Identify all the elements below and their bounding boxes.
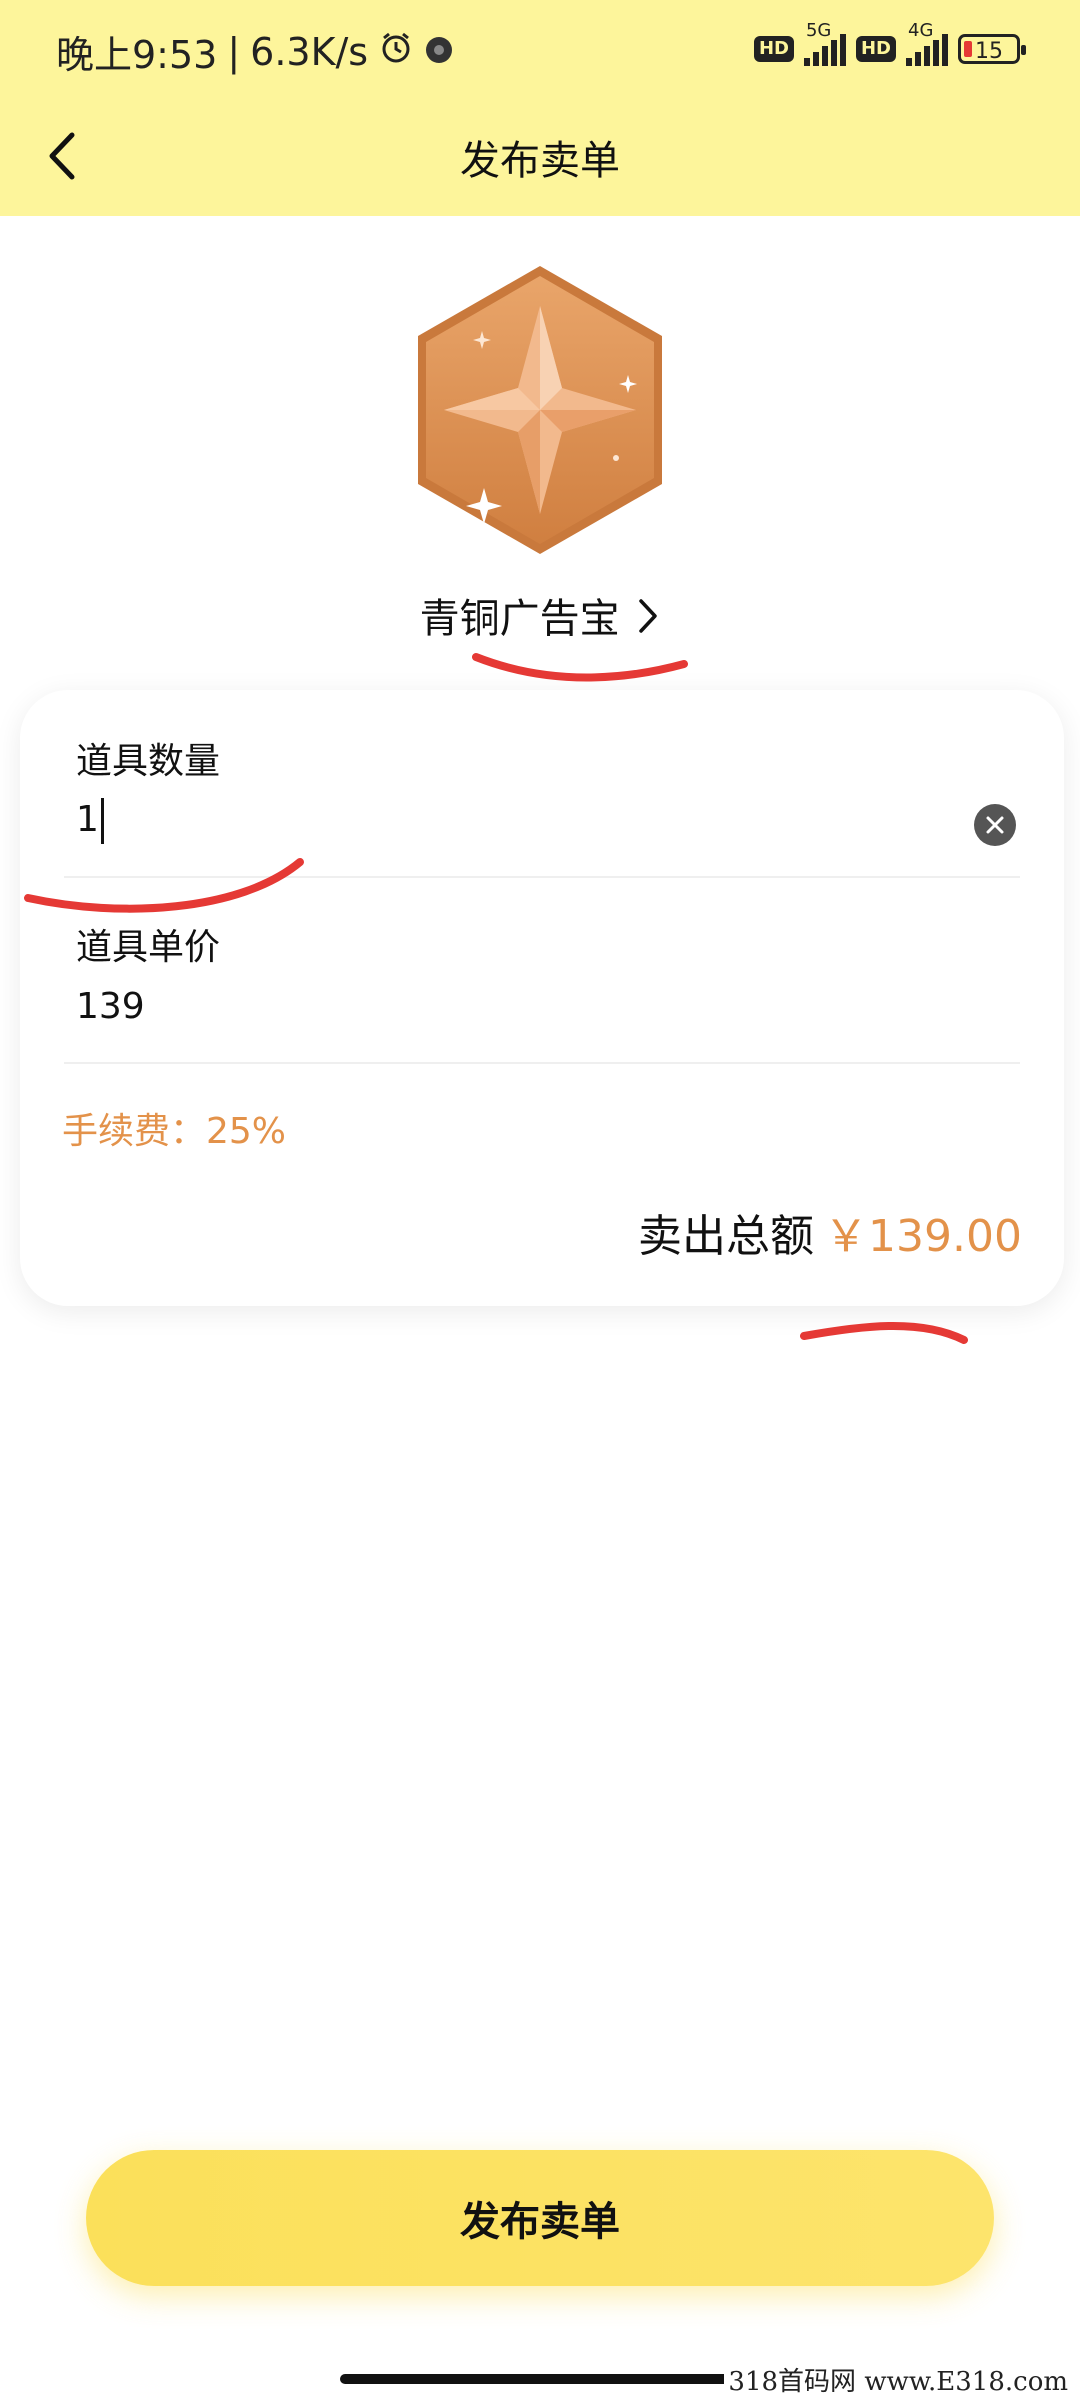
divider <box>64 1062 1020 1064</box>
clear-input-button[interactable] <box>974 804 1016 846</box>
status-left: 晚上9:53 | 6.3K/s <box>56 24 454 79</box>
hd-badge: HD <box>753 36 794 62</box>
status-bar: 晚上9:53 | 6.3K/s HD 5G HD 4G 15 <box>0 0 1080 104</box>
text-caret <box>100 798 104 844</box>
top-header: 晚上9:53 | 6.3K/s HD 5G HD 4G 15 发布卖单 <box>0 0 1080 216</box>
battery-icon: 15 <box>958 34 1026 64</box>
quantity-label: 道具数量 <box>76 741 221 782</box>
price-input[interactable]: 139 <box>76 986 145 1027</box>
hd-badge: HD <box>855 36 896 62</box>
signal-5g-icon: 5G <box>803 20 846 66</box>
watermark: 318首码网 www.E318.com <box>724 2361 1072 2398</box>
bronze-badge-icon <box>410 262 670 558</box>
alarm-icon <box>378 29 414 74</box>
item-name-link[interactable]: 青铜广告宝 <box>0 586 1080 645</box>
camera-app-icon <box>424 30 454 74</box>
network-speed: 6.3K/s <box>250 29 369 74</box>
chevron-right-icon <box>636 597 660 645</box>
total-amount: ￥139.00 <box>824 1211 1022 1262</box>
status-right: HD 5G HD 4G 15 <box>753 20 1026 66</box>
quantity-input[interactable]: 1 <box>76 798 104 844</box>
nav-bar: 发布卖单 <box>0 104 1080 216</box>
total-label: 卖出总额 <box>638 1211 815 1262</box>
signal-4g-icon: 4G <box>906 20 948 66</box>
home-indicator[interactable] <box>340 2374 740 2384</box>
page-title: 发布卖单 <box>460 138 620 184</box>
publish-sell-order-button[interactable]: 发布卖单 <box>86 2150 994 2286</box>
close-icon <box>986 816 1004 834</box>
item-name: 青铜广告宝 <box>419 596 620 642</box>
price-label: 道具单价 <box>76 927 221 968</box>
divider <box>64 876 1020 878</box>
sell-form-card: 道具数量 1 道具单价 139 手续费：25% 卖出总额 ￥139.00 <box>20 690 1064 1306</box>
fee-text: 手续费：25% <box>62 1111 287 1152</box>
status-time: 晚上9:53 <box>56 33 218 77</box>
total-row: 卖出总额 ￥139.00 <box>638 1200 1022 1264</box>
